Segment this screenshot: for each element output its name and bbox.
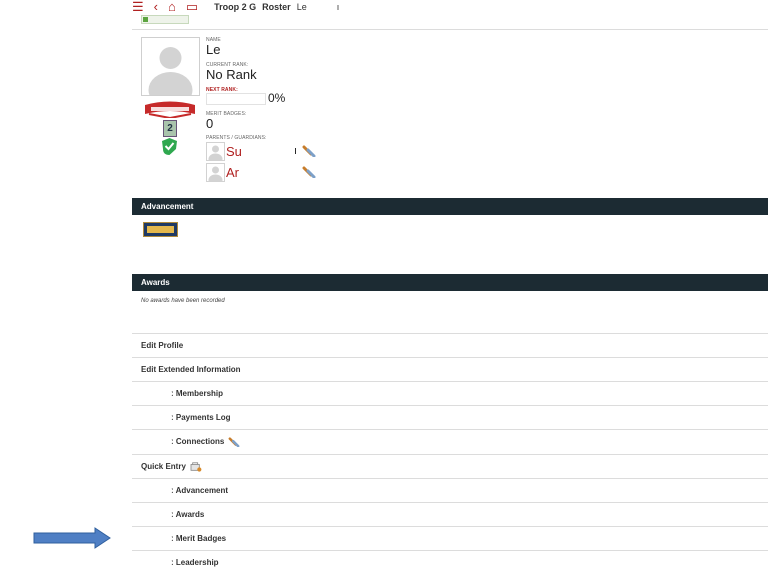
scout-name: Le xyxy=(206,42,221,57)
quick-entry-merit-badges-label: ː Merit Badges xyxy=(171,534,227,543)
breadcrumb-troop[interactable]: Troop 2 G xyxy=(214,2,256,12)
quick-entry-merit-badges-link[interactable]: ː Merit Badges xyxy=(132,526,768,550)
membership-label: ː Membership xyxy=(171,389,224,398)
rank-advancement-badge[interactable] xyxy=(143,222,178,237)
header-divider xyxy=(132,29,768,30)
edit-profile-label: Edit Profile xyxy=(141,341,184,350)
guardian-row[interactable]: Su ı xyxy=(206,142,326,161)
guardian-avatar xyxy=(206,142,225,161)
guardian-row[interactable]: Ar xyxy=(206,163,326,182)
profile-avatar[interactable] xyxy=(141,37,200,96)
breadcrumb-trailing: ı xyxy=(336,2,340,12)
next-rank-percent: 0% xyxy=(268,91,286,105)
quick-entry-label: Quick Entry xyxy=(141,462,186,471)
calendar-icon[interactable]: ▭ xyxy=(186,0,198,14)
anniversary-seal-icon xyxy=(145,101,195,118)
breadcrumb-scout-name[interactable]: Le xyxy=(297,2,307,12)
membership-link[interactable]: ː Membership xyxy=(132,381,768,405)
guardian-name[interactable]: Su xyxy=(226,144,242,159)
pointer-arrow-icon xyxy=(33,527,111,549)
check-shield-icon xyxy=(162,138,177,155)
quick-entry-advancement-link[interactable]: ː Advancement xyxy=(132,478,768,502)
quick-entry-icon xyxy=(190,461,202,472)
home-icon[interactable]: ⌂ xyxy=(168,0,176,14)
edit-extended-information-link[interactable]: Edit Extended Information xyxy=(132,357,768,381)
awards-empty-message: No awards have been recorded xyxy=(141,298,225,304)
merit-badges-count: 0 xyxy=(206,116,214,131)
awards-section-header: Awards xyxy=(132,274,768,291)
top-nav-bar: ☰ ‹ ⌂ ▭ Troop 2 G Roster Le ı xyxy=(132,0,768,14)
rank-badge-emblem-icon xyxy=(147,226,174,233)
guardian-name-suffix: ı xyxy=(294,145,298,157)
edit-extended-label: Edit Extended Information xyxy=(141,365,241,374)
guardian-avatar xyxy=(206,163,225,182)
quick-entry-leadership-link[interactable]: ː Leadership xyxy=(132,550,768,574)
connection-icon[interactable] xyxy=(302,145,316,157)
chevron-left-icon[interactable]: ‹ xyxy=(154,0,158,14)
person-silhouette-icon xyxy=(208,145,223,160)
person-silhouette-icon xyxy=(148,47,193,95)
quick-entry-awards-label: ː Awards xyxy=(171,510,205,519)
quick-entry-link[interactable]: Quick Entry xyxy=(132,454,768,478)
rank-number-badge: 2 xyxy=(163,120,177,137)
quick-entry-leadership-label: ː Leadership xyxy=(171,558,219,567)
guardian-name[interactable]: Ar xyxy=(226,165,239,180)
payments-log-label: ː Payments Log xyxy=(171,413,231,422)
status-indicator xyxy=(141,15,189,24)
breadcrumb-roster[interactable]: Roster xyxy=(262,2,291,12)
connection-icon[interactable] xyxy=(302,166,316,178)
hamburger-icon[interactable]: ☰ xyxy=(132,0,144,14)
connection-icon xyxy=(228,436,240,447)
edit-profile-link[interactable]: Edit Profile xyxy=(132,333,768,357)
connections-link[interactable]: ː Connections xyxy=(132,429,768,453)
payments-log-link[interactable]: ː Payments Log xyxy=(132,405,768,429)
advancement-section-header: Advancement xyxy=(132,198,768,215)
next-rank-progress-bar xyxy=(206,93,266,105)
quick-entry-advancement-label: ː Advancement xyxy=(171,486,229,495)
quick-entry-awards-link[interactable]: ː Awards xyxy=(132,502,768,526)
person-silhouette-icon xyxy=(208,166,223,181)
connections-label: ː Connections xyxy=(171,437,225,446)
current-rank-value: No Rank xyxy=(206,67,257,82)
guardians-label: PARENTS / GUARDIANS: xyxy=(206,135,267,141)
status-dot xyxy=(143,17,148,22)
